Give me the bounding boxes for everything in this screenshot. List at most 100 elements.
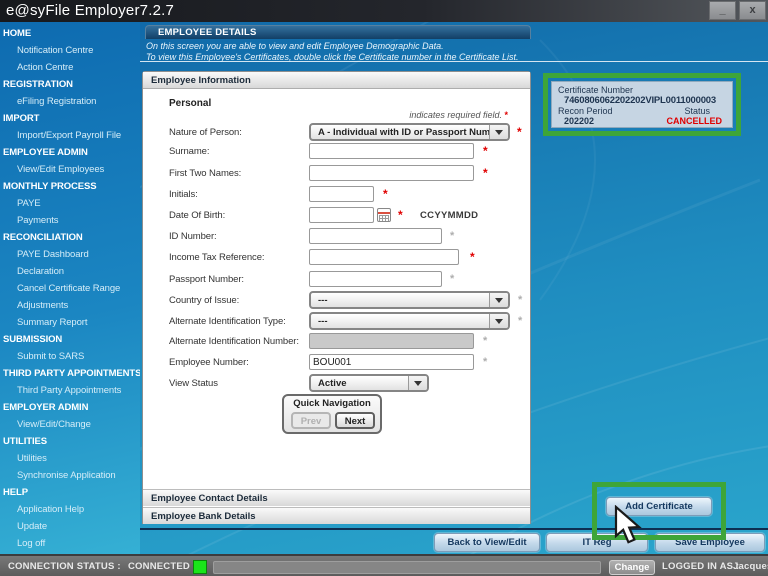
sidebar-item-notification-centre[interactable]: Notification Centre bbox=[17, 45, 140, 57]
next-button[interactable]: Next bbox=[335, 412, 375, 429]
sidebar-item-paye[interactable]: PAYE bbox=[17, 198, 140, 210]
personal-section-heading: Personal bbox=[169, 98, 212, 109]
page-description-line1: On this screen you are able to view and … bbox=[146, 41, 444, 51]
status-bar: CONNECTION STATUS : CONNECTED Change LOG… bbox=[0, 554, 768, 576]
id-number-input[interactable] bbox=[309, 228, 442, 244]
close-button[interactable]: x bbox=[739, 1, 766, 20]
prev-button[interactable]: Prev bbox=[291, 412, 331, 429]
sidebar-section-home: HOME bbox=[3, 28, 32, 39]
field-row-alternate-identification-type: Alternate Identification Type: --- * bbox=[143, 312, 532, 331]
back-to-view-edit-button[interactable]: Back to View/Edit bbox=[434, 533, 540, 552]
optional-marker: * bbox=[483, 356, 488, 368]
connected-indicator bbox=[193, 560, 207, 574]
logged-in-user: Jacques bbox=[733, 561, 768, 572]
view-status-dropdown[interactable]: Active bbox=[309, 374, 429, 392]
date-of-birth-input[interactable] bbox=[309, 207, 374, 223]
sidebar-section-employee-admin: EMPLOYEE ADMIN bbox=[3, 147, 88, 158]
field-label: Alternate Identification Type: bbox=[169, 316, 286, 327]
passport-number-input[interactable] bbox=[309, 271, 442, 287]
field-row-nature-of-person: Nature of Person: A - Individual with ID… bbox=[143, 123, 532, 142]
dropdown-value: A - Individual with ID or Passport Numb bbox=[318, 127, 489, 138]
field-row-country-of-issue: Country of Issue: --- * bbox=[143, 291, 532, 310]
sidebar-item-action-centre[interactable]: Action Centre bbox=[17, 62, 140, 74]
sidebar-item-efiling-registration[interactable]: eFiling Registration bbox=[17, 96, 140, 108]
dropdown-value: Active bbox=[318, 378, 347, 389]
sidebar-item-utilities[interactable]: Utilities bbox=[17, 453, 140, 465]
accordion-employee-bank-details[interactable]: Employee Bank Details bbox=[143, 507, 530, 524]
field-label: Nature of Person: bbox=[169, 127, 242, 138]
sidebar-item-payments[interactable]: Payments bbox=[17, 215, 140, 227]
sidebar-item-log-off[interactable]: Log off bbox=[17, 538, 140, 550]
dropdown-arrow-icon[interactable] bbox=[489, 293, 508, 307]
required-marker: * bbox=[483, 144, 488, 158]
nature-of-person-dropdown[interactable]: A - Individual with ID or Passport Numb bbox=[309, 123, 510, 141]
sidebar-item-update[interactable]: Update bbox=[17, 521, 140, 533]
certificate-highlight-box: Certificate Number 7460806062202202VIPL0… bbox=[543, 73, 741, 136]
certificate-list-item[interactable]: Certificate Number 7460806062202202VIPL0… bbox=[551, 81, 733, 128]
divider bbox=[140, 61, 768, 62]
add-certificate-highlight-box: Add Certificate bbox=[592, 482, 726, 540]
employee-information-panel: Employee Information Personal indicates … bbox=[142, 71, 531, 524]
alternate-identification-number-input bbox=[309, 333, 474, 349]
change-user-button[interactable]: Change bbox=[609, 560, 655, 575]
optional-marker: * bbox=[518, 294, 523, 306]
sidebar-section-utilities: UTILITIES bbox=[3, 436, 47, 447]
country-of-issue-dropdown[interactable]: --- bbox=[309, 291, 510, 309]
sidebar-section-monthly-process: MONTHLY PROCESS bbox=[3, 181, 97, 192]
accordion-employee-contact-details[interactable]: Employee Contact Details bbox=[143, 489, 530, 506]
sidebar-item-summary-report[interactable]: Summary Report bbox=[17, 317, 140, 329]
optional-marker: * bbox=[450, 230, 455, 242]
progress-bar bbox=[213, 561, 601, 574]
income-tax-reference-input[interactable] bbox=[309, 249, 459, 265]
field-label: View Status bbox=[169, 378, 218, 389]
sidebar-item-paye-dashboard[interactable]: PAYE Dashboard bbox=[17, 249, 140, 261]
quick-navigation-title: Quick Navigation bbox=[293, 398, 371, 409]
date-format-hint: CCYYMMDD bbox=[420, 210, 479, 221]
field-row-alternate-identification-number: Alternate Identification Number: * bbox=[143, 333, 532, 351]
sidebar-item-application-help[interactable]: Application Help bbox=[17, 504, 140, 516]
field-label: Initials: bbox=[169, 189, 198, 200]
field-label: First Two Names: bbox=[169, 168, 242, 179]
field-row-passport-number: Passport Number: * bbox=[143, 271, 532, 289]
sidebar-section-third-party-appointments: THIRD PARTY APPOINTMENTS bbox=[3, 368, 140, 379]
certificate-number-value: 7460806062202202VIPL0011000003 bbox=[564, 95, 716, 106]
sidebar-item-declaration[interactable]: Declaration bbox=[17, 266, 140, 278]
sidebar-section-employer-admin: EMPLOYER ADMIN bbox=[3, 402, 89, 413]
sidebar-section-help: HELP bbox=[3, 487, 28, 498]
optional-marker: * bbox=[450, 273, 455, 285]
first-two-names-input[interactable] bbox=[309, 165, 474, 181]
field-label: Income Tax Reference: bbox=[169, 252, 265, 263]
sidebar-item-adjustments[interactable]: Adjustments bbox=[17, 300, 140, 312]
field-row-employee-number: Employee Number: * bbox=[143, 354, 532, 372]
required-marker: * bbox=[504, 110, 508, 120]
dropdown-arrow-icon[interactable] bbox=[489, 314, 508, 328]
sidebar-item-cancel-certificate-range[interactable]: Cancel Certificate Range bbox=[17, 283, 140, 295]
dropdown-arrow-icon[interactable] bbox=[408, 376, 427, 390]
status-label: Status bbox=[684, 106, 710, 116]
accordion-employee-information[interactable]: Employee Information bbox=[143, 72, 530, 89]
alternate-identification-type-dropdown[interactable]: --- bbox=[309, 312, 510, 330]
status-badge: CANCELLED bbox=[666, 116, 723, 126]
field-label: Surname: bbox=[169, 146, 210, 157]
calendar-icon[interactable] bbox=[377, 208, 391, 222]
sidebar-item-view-edit-change[interactable]: View/Edit/Change bbox=[17, 419, 140, 431]
required-field-note: indicates required field. * bbox=[409, 110, 508, 120]
sidebar-item-synchronise-application[interactable]: Synchronise Application bbox=[17, 470, 140, 482]
initials-input[interactable] bbox=[309, 186, 374, 202]
recon-period-label: Recon Period bbox=[558, 106, 613, 116]
quick-navigation-box: Quick Navigation Prev Next bbox=[282, 394, 382, 434]
app-title: e@syFile Employer7.2.7 bbox=[6, 2, 175, 19]
field-label: ID Number: bbox=[169, 231, 217, 242]
sidebar-section-submission: SUBMISSION bbox=[3, 334, 63, 345]
sidebar-section-registration: REGISTRATION bbox=[3, 79, 73, 90]
surname-input[interactable] bbox=[309, 143, 474, 159]
sidebar-item-third-party-appointments[interactable]: Third Party Appointments bbox=[17, 385, 140, 397]
sidebar-item-submit-to-sars[interactable]: Submit to SARS bbox=[17, 351, 140, 363]
sidebar-item-import-export-payroll-file[interactable]: Import/Export Payroll File bbox=[17, 130, 140, 142]
recon-period-value: 202202 bbox=[564, 116, 595, 126]
dropdown-arrow-icon[interactable] bbox=[489, 125, 508, 139]
sidebar-item-view-edit-employees[interactable]: View/Edit Employees bbox=[17, 164, 140, 176]
employee-number-input[interactable] bbox=[309, 354, 474, 370]
required-marker: * bbox=[517, 125, 522, 139]
minimize-button[interactable]: _ bbox=[709, 1, 736, 20]
